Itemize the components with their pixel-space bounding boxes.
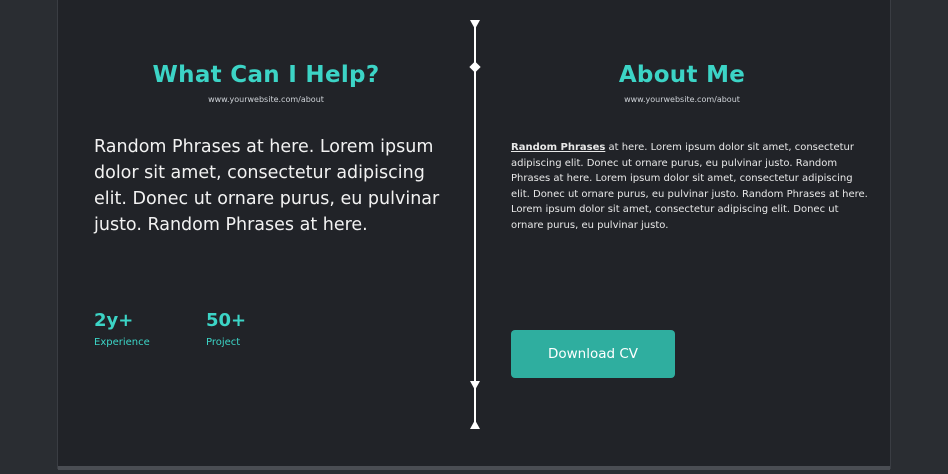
page: What Can I Help? www.yourwebsite.com/abo… <box>0 0 948 474</box>
about-description: Random Phrases at here. Lorem ipsum dolo… <box>511 140 871 233</box>
stat-label: Project <box>206 337 241 348</box>
arrow-down-icon <box>470 20 480 29</box>
timeline-line <box>474 24 476 424</box>
help-url[interactable]: www.yourwebsite.com/about <box>94 95 438 104</box>
help-heading: What Can I Help? <box>152 62 380 88</box>
bottom-divider <box>58 466 890 470</box>
stat-value: 2y+ <box>94 310 134 331</box>
stat-experience: 2y+ Experience <box>94 310 150 350</box>
stat-project: 50+ Project <box>206 310 246 350</box>
stat-value: 50+ <box>206 310 247 331</box>
about-description-highlight: Random Phrases <box>511 142 606 153</box>
stat-label: Experience <box>94 337 150 348</box>
download-cv-button[interactable]: Download CV <box>511 330 675 378</box>
about-description-text: at here. Lorem ipsum dolor sit amet, con… <box>511 142 868 231</box>
arrow-down-icon <box>470 381 480 390</box>
arrow-up-icon <box>470 420 480 429</box>
about-url[interactable]: www.yourwebsite.com/about <box>510 95 854 104</box>
about-heading: About Me <box>618 62 746 88</box>
help-description: Random Phrases at here. Lorem ipsum dolo… <box>94 137 440 235</box>
